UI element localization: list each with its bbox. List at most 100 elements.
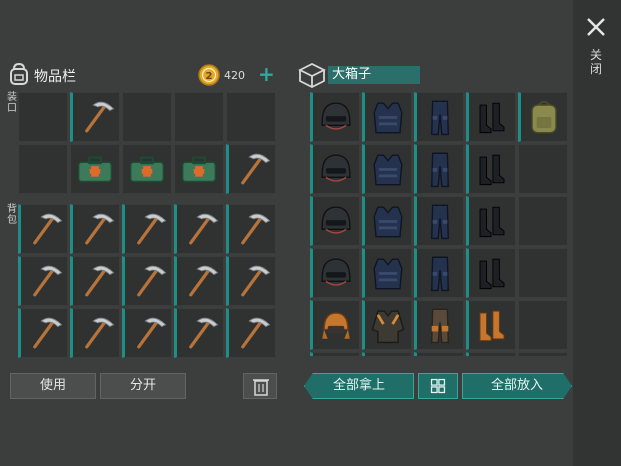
chest-slot[interactable] (466, 248, 516, 298)
vest-icon (373, 258, 403, 290)
backpack-slot[interactable] (226, 256, 276, 306)
close-label[interactable]: 关闭 (589, 48, 603, 76)
trash-icon (253, 379, 269, 396)
chest-slot-partial[interactable] (362, 352, 412, 356)
pickaxe-icon (241, 213, 271, 245)
quick-slot[interactable] (174, 92, 224, 142)
chest-slot-partial[interactable] (466, 352, 516, 356)
put-all-button[interactable]: 全部放入 (462, 373, 572, 399)
boots-icon (479, 102, 505, 134)
take-all-button[interactable]: 全部拿上 (304, 373, 414, 399)
backpack-slot[interactable] (70, 308, 120, 358)
backpack-slot[interactable] (174, 256, 224, 306)
backpack-slot[interactable] (174, 204, 224, 254)
backpack-slot[interactable] (174, 308, 224, 358)
quick-slot[interactable] (70, 144, 120, 194)
medkit-icon (181, 156, 217, 183)
chest-slot[interactable] (362, 196, 412, 246)
backpack-slot[interactable] (70, 204, 120, 254)
pickaxe-icon (33, 213, 63, 245)
chest-slot[interactable] (310, 196, 360, 246)
helmet-icon (321, 154, 351, 182)
chest-title: 大箱子 (328, 66, 420, 84)
chest-slot[interactable] (466, 144, 516, 194)
backpack-slot[interactable] (18, 204, 68, 254)
inventory-title: 物品栏 (34, 69, 76, 85)
coin-count: 420 (224, 69, 245, 82)
chest-slot[interactable] (310, 248, 360, 298)
chest-slot[interactable] (414, 196, 464, 246)
chest-slot[interactable] (518, 248, 568, 298)
pants-icon (431, 204, 449, 240)
chest-slot[interactable] (362, 144, 412, 194)
boots-icon (479, 206, 505, 238)
boots-icon (479, 258, 505, 290)
use-button[interactable]: 使用 (10, 373, 96, 399)
chest-grid (310, 92, 568, 356)
chest-slot[interactable] (414, 248, 464, 298)
pickaxe-icon (189, 265, 219, 297)
quick-slot[interactable] (122, 92, 172, 142)
close-icon[interactable] (585, 16, 607, 38)
quick-slot[interactable] (226, 144, 276, 194)
backpack-slot[interactable] (18, 256, 68, 306)
quick-slot[interactable] (18, 92, 68, 142)
pickaxe-icon (137, 317, 167, 349)
chest-slot[interactable] (466, 196, 516, 246)
split-button[interactable]: 分开 (100, 373, 186, 399)
backpack-slot[interactable] (226, 308, 276, 358)
sidebar: 关闭 (573, 0, 621, 466)
backpack-icon (10, 62, 28, 85)
chest-slot[interactable] (310, 300, 360, 350)
chest-slot[interactable] (518, 92, 568, 142)
chest-slot[interactable] (518, 144, 568, 194)
equip-side-label: 装口 (7, 92, 17, 114)
inventory-header: 物品栏 2 420 + (8, 62, 278, 88)
chest-slot[interactable] (466, 300, 516, 350)
chest-slot[interactable] (518, 196, 568, 246)
chest-slot[interactable] (414, 300, 464, 350)
chest-slot[interactable] (518, 300, 568, 350)
chest-slot[interactable] (414, 144, 464, 194)
backpack-slot[interactable] (122, 308, 172, 358)
backpack-slot[interactable] (18, 308, 68, 358)
pickaxe-icon (189, 317, 219, 349)
backpack-slot[interactable] (226, 204, 276, 254)
chest-header: 大箱子 (298, 62, 568, 88)
chest-slot[interactable] (362, 92, 412, 142)
chest-slot-partial[interactable] (414, 352, 464, 356)
chest-slot[interactable] (310, 144, 360, 194)
chest-slot[interactable] (466, 92, 516, 142)
quick-slot[interactable] (122, 144, 172, 194)
backpack-slot[interactable] (122, 204, 172, 254)
backpack-slot[interactable] (122, 256, 172, 306)
backpack-slot[interactable] (70, 256, 120, 306)
discard-button[interactable] (243, 373, 277, 399)
backpack-side-label: 背包 (7, 204, 17, 226)
chest-slot-partial[interactable] (310, 352, 360, 356)
gold-coin-icon: 2 (198, 64, 220, 86)
quick-slot[interactable] (18, 144, 68, 194)
chest-slot[interactable] (414, 92, 464, 142)
vest-icon (373, 206, 403, 238)
quick-slot[interactable] (226, 92, 276, 142)
helmet-icon (321, 206, 351, 234)
pickaxe-icon (241, 265, 271, 297)
pants-icon (431, 256, 449, 292)
chest-slot[interactable] (362, 248, 412, 298)
chest-slot[interactable] (362, 300, 412, 350)
medkit-icon (129, 156, 165, 183)
backpack-grid (18, 204, 276, 358)
add-coins-button[interactable]: + (258, 63, 275, 85)
boots-icon (479, 154, 505, 186)
quick-slot[interactable] (174, 144, 224, 194)
chest-icon (298, 62, 326, 88)
pickaxe-icon (33, 317, 63, 349)
sort-button[interactable] (418, 373, 458, 399)
chest-slot-partial[interactable] (518, 352, 568, 356)
chest-slot[interactable] (310, 92, 360, 142)
grid-icon (430, 378, 446, 394)
quick-slot[interactable] (70, 92, 120, 142)
pickaxe-icon (33, 265, 63, 297)
pickaxe-icon (137, 265, 167, 297)
